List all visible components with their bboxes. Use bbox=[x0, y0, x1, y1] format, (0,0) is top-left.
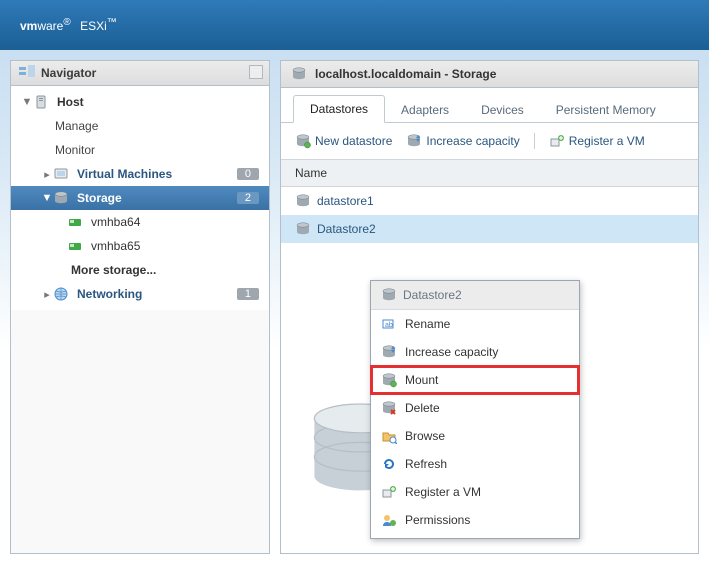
nav-vms[interactable]: ▸ Virtual Machines 0 bbox=[11, 162, 269, 186]
mount-icon bbox=[381, 372, 397, 388]
ctx-permissions-label: Permissions bbox=[405, 513, 470, 527]
tool-new-datastore[interactable]: New datastore bbox=[295, 133, 392, 149]
nav-hba1-label: vmhba64 bbox=[87, 215, 263, 229]
datastore-icon bbox=[381, 287, 397, 303]
grid-name-header[interactable]: Name bbox=[281, 159, 698, 187]
ctx-delete-label: Delete bbox=[405, 401, 440, 415]
brand: vmware® ESXi™ bbox=[20, 17, 117, 33]
ctx-permissions[interactable]: Permissions bbox=[371, 506, 579, 534]
top-banner: vmware® ESXi™ bbox=[0, 0, 709, 50]
host-icon bbox=[33, 94, 49, 110]
datastore-icon bbox=[295, 193, 311, 209]
nav-hba2-label: vmhba65 bbox=[87, 239, 263, 253]
storage-icon bbox=[53, 190, 69, 206]
ctx-mount[interactable]: Mount bbox=[371, 366, 579, 394]
expand-icon: ▸ bbox=[41, 288, 53, 301]
tab-pmem[interactable]: Persistent Memory bbox=[540, 97, 672, 123]
nav-more-storage[interactable]: More storage... bbox=[11, 258, 269, 282]
tool-register[interactable]: Register a VM bbox=[549, 133, 645, 149]
separator bbox=[534, 133, 535, 149]
navigator-header: Navigator bbox=[11, 61, 269, 86]
register-icon bbox=[381, 484, 397, 500]
nav-monitor-label: Monitor bbox=[51, 143, 263, 157]
navigator-icon bbox=[19, 65, 35, 81]
navigator-body: ▼ Host Manage Monitor ▸ Virtual Machines… bbox=[11, 86, 269, 310]
nav-hba2[interactable]: vmhba65 bbox=[11, 234, 269, 258]
ctx-browse[interactable]: Browse bbox=[371, 422, 579, 450]
tool-new-label: New datastore bbox=[315, 134, 392, 148]
networking-icon bbox=[53, 286, 69, 302]
ctx-header: Datastore2 bbox=[371, 281, 579, 310]
grid-row-datastore1[interactable]: datastore1 bbox=[281, 187, 698, 215]
register-icon bbox=[549, 133, 565, 149]
ctx-refresh[interactable]: Refresh bbox=[371, 450, 579, 478]
ctx-browse-label: Browse bbox=[405, 429, 445, 443]
vm-icon bbox=[53, 166, 69, 182]
expand-icon: ▼ bbox=[41, 192, 53, 204]
context-menu: Datastore2 Rename Increase capacity Moun… bbox=[370, 280, 580, 539]
nav-net-badge: 1 bbox=[237, 288, 259, 300]
main-title: localhost.localdomain - Storage bbox=[315, 67, 496, 81]
datastore-icon bbox=[291, 66, 307, 82]
new-datastore-icon bbox=[295, 133, 311, 149]
brand-esxi: ESXi bbox=[80, 19, 107, 33]
brand-vm: vm bbox=[20, 19, 37, 33]
toolbar: New datastore Increase capacity Register… bbox=[281, 123, 698, 159]
nav-storage-label: Storage bbox=[73, 191, 237, 205]
grid-row-datastore2[interactable]: Datastore2 bbox=[281, 215, 698, 243]
nav-host-label: Host bbox=[53, 95, 263, 109]
nav-hba1[interactable]: vmhba64 bbox=[11, 210, 269, 234]
permissions-icon bbox=[381, 512, 397, 528]
ctx-title: Datastore2 bbox=[403, 288, 462, 302]
tool-increase[interactable]: Increase capacity bbox=[406, 133, 519, 149]
ctx-refresh-label: Refresh bbox=[405, 457, 447, 471]
delete-icon bbox=[381, 400, 397, 416]
expand-icon: ▸ bbox=[41, 168, 53, 181]
nav-vms-label: Virtual Machines bbox=[73, 167, 237, 181]
ctx-delete[interactable]: Delete bbox=[371, 394, 579, 422]
adapter-icon bbox=[67, 214, 83, 230]
tab-datastores[interactable]: Datastores bbox=[293, 95, 385, 123]
nav-host[interactable]: ▼ Host bbox=[11, 90, 269, 114]
adapter-icon bbox=[67, 238, 83, 254]
increase-icon bbox=[381, 344, 397, 360]
browse-icon bbox=[381, 428, 397, 444]
nav-monitor[interactable]: Monitor bbox=[11, 138, 269, 162]
nav-more-label: More storage... bbox=[67, 263, 263, 277]
refresh-icon bbox=[381, 456, 397, 472]
collapse-button[interactable] bbox=[249, 65, 263, 79]
grid-row1-label: datastore1 bbox=[317, 194, 374, 208]
nav-storage-badge: 2 bbox=[237, 192, 259, 204]
ctx-mount-label: Mount bbox=[405, 373, 438, 387]
navigator-panel: Navigator ▼ Host Manage Monitor ▸ Virtua… bbox=[10, 60, 270, 554]
ctx-rename-label: Rename bbox=[405, 317, 450, 331]
rename-icon bbox=[381, 316, 397, 332]
ctx-increase[interactable]: Increase capacity bbox=[371, 338, 579, 366]
main-header: localhost.localdomain - Storage bbox=[281, 61, 698, 88]
tab-devices[interactable]: Devices bbox=[465, 97, 540, 123]
datastore-icon bbox=[295, 221, 311, 237]
brand-ware: ware bbox=[37, 19, 63, 33]
grid-row2-label: Datastore2 bbox=[317, 222, 376, 236]
tab-adapters[interactable]: Adapters bbox=[385, 97, 465, 123]
nav-manage[interactable]: Manage bbox=[11, 114, 269, 138]
nav-vms-badge: 0 bbox=[237, 168, 259, 180]
tool-increase-label: Increase capacity bbox=[426, 134, 519, 148]
tool-register-label: Register a VM bbox=[569, 134, 645, 148]
ctx-register-label: Register a VM bbox=[405, 485, 481, 499]
tabs: Datastores Adapters Devices Persistent M… bbox=[281, 88, 698, 123]
expand-icon: ▼ bbox=[21, 96, 33, 108]
ctx-register[interactable]: Register a VM bbox=[371, 478, 579, 506]
nav-storage[interactable]: ▼ Storage 2 bbox=[11, 186, 269, 210]
brand-tm: ™ bbox=[107, 17, 117, 28]
nav-networking-label: Networking bbox=[73, 287, 237, 301]
ctx-increase-label: Increase capacity bbox=[405, 345, 498, 359]
navigator-title: Navigator bbox=[41, 66, 96, 80]
increase-icon bbox=[406, 133, 422, 149]
brand-reg: ® bbox=[63, 17, 70, 28]
nav-manage-label: Manage bbox=[51, 119, 263, 133]
ctx-rename[interactable]: Rename bbox=[371, 310, 579, 338]
nav-networking[interactable]: ▸ Networking 1 bbox=[11, 282, 269, 306]
